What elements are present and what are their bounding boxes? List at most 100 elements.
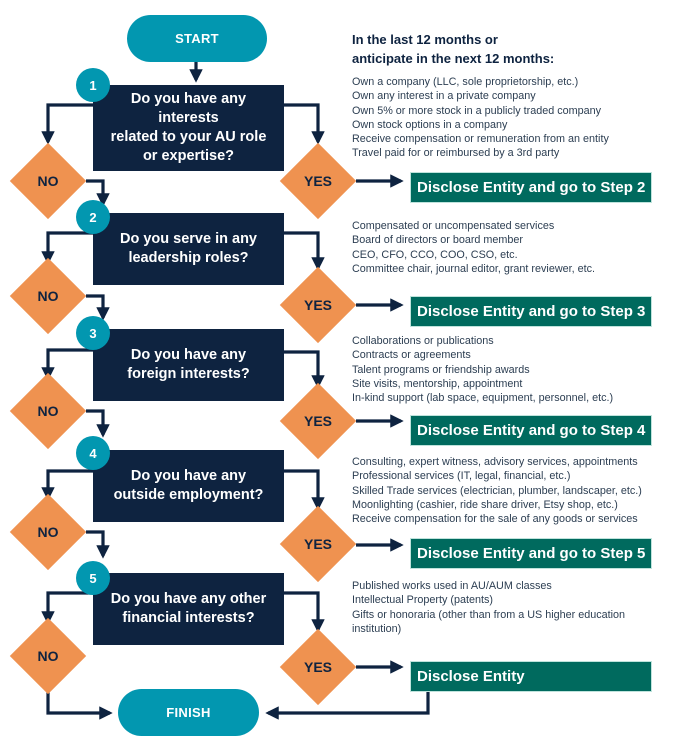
step2-question-line: leadership roles? bbox=[128, 250, 249, 266]
info-heading: In the last 12 months or anticipate in t… bbox=[352, 30, 554, 68]
list-item: institution) bbox=[352, 622, 402, 635]
step2-question-line: Do you serve in any bbox=[120, 231, 257, 247]
connector-no5-to-finish bbox=[46, 691, 113, 720]
list-item: Own 5% or more stock in a publicly trade… bbox=[352, 104, 602, 117]
step1-question-line: related to your AU role bbox=[110, 129, 267, 145]
list-item: Receive compensation or remuneration fro… bbox=[352, 133, 609, 146]
connector-step1-to-yes bbox=[284, 103, 325, 145]
step1-examples-list: Own a company (LLC, sole proprietorship,… bbox=[352, 75, 609, 161]
list-item: Own a company (LLC, sole proprietorship,… bbox=[352, 76, 579, 88]
step4-question-box: Do you have any outside employment? bbox=[93, 450, 284, 522]
connector-no3-to-step4 bbox=[86, 409, 110, 438]
step4-disclose-box: Disclose Entity and go to Step 5 bbox=[410, 538, 652, 569]
step1-question-line: Do you have any interests bbox=[130, 91, 247, 126]
step3-disclose-box: Disclose Entity and go to Step 4 bbox=[410, 415, 652, 446]
step2-yes-label: YES bbox=[303, 297, 332, 313]
step5-number-badge: 5 bbox=[76, 561, 110, 595]
step1-number-badge: 1 bbox=[76, 68, 110, 102]
finish-terminal: FINISH bbox=[118, 689, 259, 736]
step3-question-box: Do you have any foreign interests? bbox=[93, 329, 284, 401]
step5-question-box: Do you have any other financial interest… bbox=[93, 573, 284, 645]
step5-disclose-box: Disclose Entity bbox=[410, 661, 652, 692]
list-item: In-kind support (lab space, equipment, p… bbox=[352, 392, 614, 405]
step3-disclose-label: Disclose Entity and go to Step 4 bbox=[417, 422, 646, 439]
step3-no-decision: NO bbox=[10, 373, 86, 449]
step5-yes-decision: YES bbox=[280, 629, 356, 705]
step5-disclose-label: Disclose Entity bbox=[417, 668, 525, 685]
connector-no2-to-step3 bbox=[86, 294, 110, 321]
list-item: Contracts or agreements bbox=[352, 349, 471, 362]
step3-examples-list: Collaborations or publications Contracts… bbox=[352, 334, 613, 405]
step4-examples-list: Consulting, expert witness, advisory ser… bbox=[352, 455, 642, 526]
step3-number: 3 bbox=[89, 325, 97, 341]
step2-number-badge: 2 bbox=[76, 200, 110, 234]
step1-question-line: or expertise? bbox=[142, 148, 235, 164]
list-item: Receive compensation for the sale of any… bbox=[352, 513, 638, 526]
step1-question-box: Do you have any interests related to you… bbox=[93, 85, 284, 171]
connector-step2-to-yes bbox=[284, 231, 325, 271]
step4-no-label: NO bbox=[37, 524, 59, 540]
list-item: Travel paid for or reimbursed by a 3rd p… bbox=[352, 147, 560, 160]
step1-number: 1 bbox=[89, 77, 97, 93]
info-heading-line1: In the last 12 months or bbox=[352, 32, 498, 47]
connector-step5-to-yes bbox=[284, 591, 325, 633]
step5-no-label: NO bbox=[37, 648, 59, 664]
connector-step4-to-yes bbox=[284, 469, 325, 511]
step4-yes-decision: YES bbox=[280, 506, 356, 582]
step4-number-badge: 4 bbox=[76, 436, 110, 470]
step2-examples-list: Compensated or uncompensated services Bo… bbox=[352, 219, 595, 276]
list-item: Skilled Trade services (electrician, plu… bbox=[352, 484, 642, 497]
list-item: Talent programs or friendship awards bbox=[352, 363, 530, 376]
step3-question-line: foreign interests? bbox=[127, 366, 250, 382]
finish-label: FINISH bbox=[166, 705, 211, 720]
step2-question-box: Do you serve in any leadership roles? bbox=[93, 213, 284, 285]
step1-no-label: NO bbox=[37, 173, 59, 189]
step1-yes-label: YES bbox=[303, 173, 332, 189]
list-item: Board of directors or board member bbox=[352, 234, 524, 247]
list-item: CEO, CFO, CCO, COO, CSO, etc. bbox=[352, 248, 518, 261]
step3-number-badge: 3 bbox=[76, 316, 110, 350]
connector-step1-to-no bbox=[41, 103, 93, 145]
start-terminal: START bbox=[127, 15, 267, 62]
step4-number: 4 bbox=[89, 445, 97, 461]
list-item: Compensated or uncompensated services bbox=[352, 220, 555, 232]
list-item: Consulting, expert witness, advisory ser… bbox=[352, 456, 638, 468]
step1-disclose-label: Disclose Entity and go to Step 2 bbox=[417, 179, 646, 196]
step5-yes-label: YES bbox=[303, 659, 332, 675]
step5-number: 5 bbox=[89, 570, 97, 586]
step3-yes-label: YES bbox=[303, 413, 332, 429]
step5-question-line: financial interests? bbox=[122, 610, 255, 626]
info-heading-line2: anticipate in the next 12 months: bbox=[352, 51, 555, 66]
step2-yes-decision: YES bbox=[280, 267, 356, 343]
list-item: Collaborations or publications bbox=[352, 335, 494, 347]
step1-disclose-box: Disclose Entity and go to Step 2 bbox=[410, 172, 652, 203]
list-item: Own any interest in a private company bbox=[352, 90, 536, 103]
step3-no-label: NO bbox=[37, 403, 59, 419]
step5-no-decision: NO bbox=[10, 618, 86, 694]
step2-number: 2 bbox=[89, 209, 97, 225]
step4-question-line: Do you have any bbox=[130, 468, 247, 484]
step2-no-label: NO bbox=[37, 288, 59, 304]
step4-question-line: outside employment? bbox=[113, 487, 264, 503]
step5-question-line: Do you have any other bbox=[110, 591, 267, 607]
step5-examples-list: Published works used in AU/AUM classes I… bbox=[352, 579, 625, 636]
list-item: Intellectual Property (patents) bbox=[352, 594, 494, 607]
step4-yes-label: YES bbox=[303, 536, 332, 552]
list-item: Professional services (IT, legal, financ… bbox=[352, 470, 571, 483]
step3-question-line: Do you have any bbox=[130, 347, 247, 363]
list-item: Moonlighting (cashier, ride share driver… bbox=[352, 498, 618, 511]
connector-step3-to-yes bbox=[284, 350, 325, 389]
list-item: Committee chair, journal editor, grant r… bbox=[352, 262, 596, 275]
connector-no4-to-step5 bbox=[86, 530, 110, 559]
step3-yes-decision: YES bbox=[280, 383, 356, 459]
step2-disclose-box: Disclose Entity and go to Step 3 bbox=[410, 296, 652, 327]
step1-yes-decision: YES bbox=[280, 143, 356, 219]
list-item: Site visits, mentorship, appointment bbox=[352, 377, 523, 390]
step2-disclose-label: Disclose Entity and go to Step 3 bbox=[417, 303, 646, 320]
step2-no-decision: NO bbox=[10, 258, 86, 334]
list-item: Own stock options in a company bbox=[352, 118, 508, 131]
step4-disclose-label: Disclose Entity and go to Step 5 bbox=[417, 545, 646, 562]
step1-no-decision: NO bbox=[10, 143, 86, 219]
step4-no-decision: NO bbox=[10, 494, 86, 570]
list-item: Gifts or honoraria (other than from a US… bbox=[352, 608, 626, 621]
